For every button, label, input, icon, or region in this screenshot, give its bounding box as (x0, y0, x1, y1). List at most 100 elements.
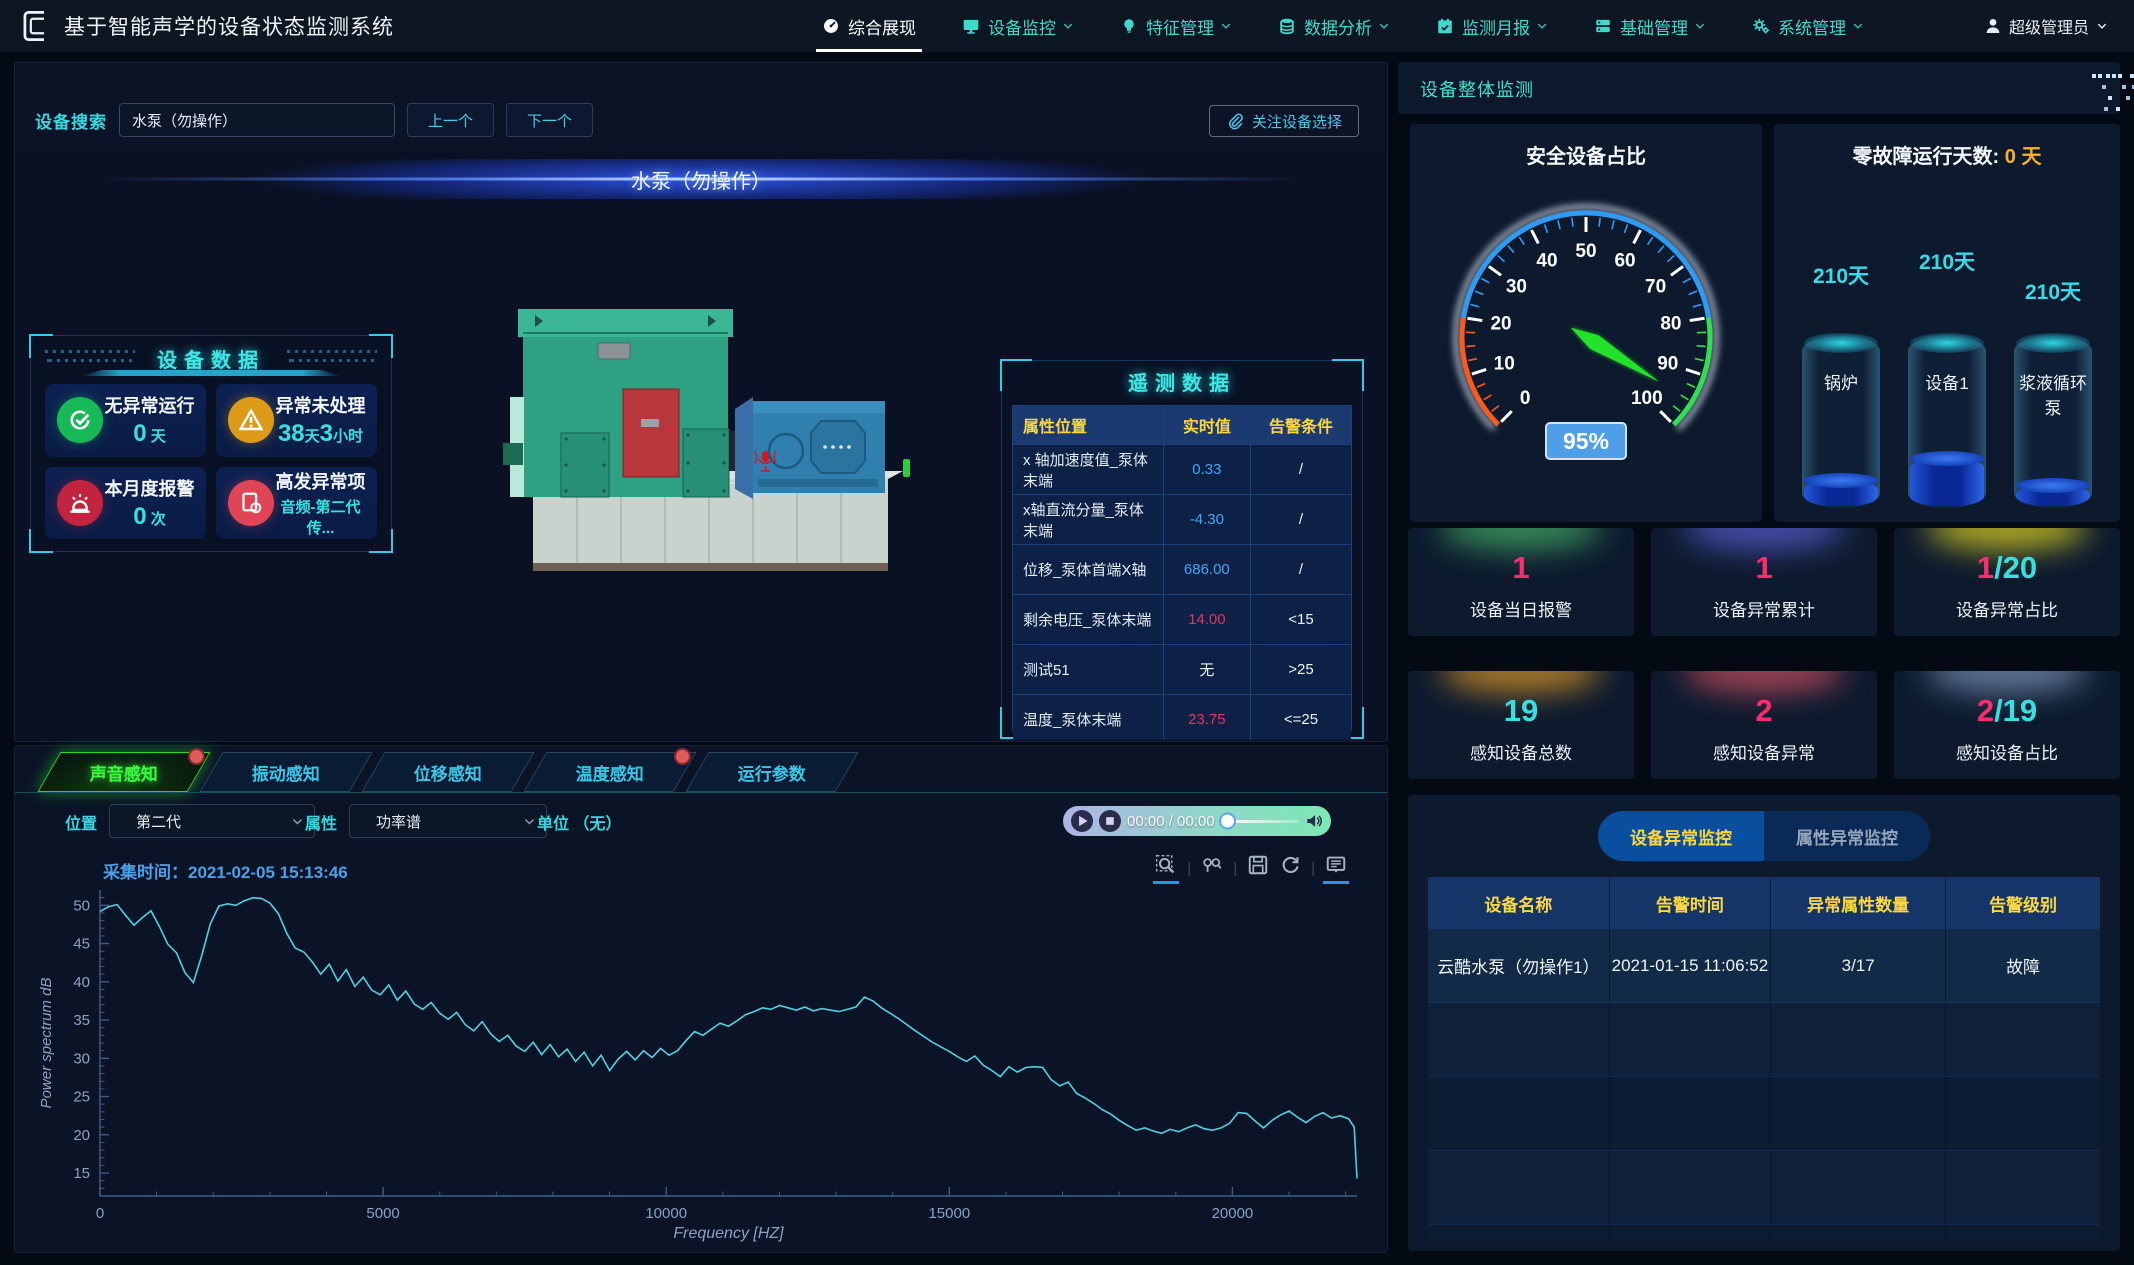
position-select[interactable]: 第二代 (109, 804, 315, 838)
svg-text:Frequency [HZ]: Frequency [HZ] (673, 1225, 784, 1242)
sensing-tab-0[interactable]: 声音感知 (37, 752, 210, 792)
server-icon (1594, 17, 1612, 35)
overview-column: 设备整体监测 安全设备占比 010203040506070809010095% … (1398, 62, 2120, 1252)
tank-days: 210天 (1813, 260, 1869, 290)
device-data-card-2: 本月度报警0 次 (45, 467, 206, 540)
chevron-down-icon (291, 815, 304, 828)
svg-text:50: 50 (1575, 241, 1596, 262)
stat-label: 设备异常累计 (1651, 596, 1877, 621)
tank-name: 锅炉 (1806, 372, 1876, 397)
seek-slider[interactable] (1221, 820, 1299, 823)
file-alert-icon (228, 480, 274, 526)
alarm-header-row: 设备名称告警时间异常属性数量告警级别 (1428, 877, 2100, 929)
chevron-down-icon (1536, 20, 1548, 32)
user-menu[interactable]: 超级管理员 (1984, 14, 2108, 38)
nav-item-1[interactable]: 设备监控 (962, 0, 1074, 52)
database-icon (1278, 17, 1296, 35)
telemetry-panel: 遥测数据 属性位置实时值告警条件x 轴加速度值_泵体末端0.33/x轴直流分量_… (1001, 360, 1363, 738)
device-data-cards: 无异常运行0 天异常未处理38天3小时本月度报警0 次高发异常项音频-第二代传.… (45, 384, 377, 539)
next-device-button[interactable]: 下一个 (506, 103, 593, 137)
svg-text:5000: 5000 (366, 1205, 399, 1222)
device-search-input[interactable] (119, 103, 395, 137)
zero-fault-title: 零故障运行天数: (1853, 146, 2000, 168)
telemetry-header-row: 属性位置实时值告警条件 (1013, 406, 1351, 445)
nav-item-5[interactable]: 基础管理 (1594, 0, 1706, 52)
3d-viewport[interactable]: 水泵（勿操作） (16, 151, 1386, 740)
stat-card-0: 1设备当日报警 (1408, 528, 1634, 636)
sensing-tab-1[interactable]: 振动感知 (199, 752, 372, 792)
card-label: 高发异常项 (274, 468, 367, 494)
chevron-down-icon (1378, 20, 1390, 32)
volume-icon[interactable] (1305, 812, 1323, 830)
card-label: 异常未处理 (274, 392, 367, 418)
nav-item-label: 设备监控 (988, 14, 1056, 39)
svg-text:60: 60 (1614, 250, 1635, 271)
prev-device-button[interactable]: 上一个 (407, 103, 494, 137)
focus-device-select-button[interactable]: 关注设备选择 (1209, 105, 1359, 137)
nav-item-2[interactable]: 特征管理 (1120, 0, 1232, 52)
nav-item-6[interactable]: 系统管理 (1752, 0, 1864, 52)
nav-item-0[interactable]: 综合展现 (822, 0, 916, 52)
sensing-tab-4[interactable]: 运行参数 (685, 752, 858, 792)
card-label: 无异常运行 (103, 392, 196, 418)
siren-icon (57, 480, 103, 526)
svg-text:20: 20 (1490, 314, 1511, 335)
nav-item-4[interactable]: 监测月报 (1436, 0, 1548, 52)
tank-days: 210天 (2025, 276, 2081, 306)
paperclip-icon (1226, 112, 1244, 130)
svg-text:30: 30 (1506, 276, 1527, 297)
save-image-icon[interactable] (1247, 854, 1269, 882)
sensing-panel: 声音感知振动感知位移感知温度感知运行参数 位置 第二代 属性 功率谱 单位 （无… (14, 745, 1388, 1253)
seek-thumb[interactable] (1219, 813, 1236, 830)
device-data-panel: 设备数据 无异常运行0 天异常未处理38天3小时本月度报警0 次高发异常项音频-… (30, 335, 392, 552)
position-label: 位置 (65, 810, 97, 834)
pump-3d-model[interactable] (503, 301, 913, 591)
sensing-tab-2[interactable]: 位移感知 (361, 752, 534, 792)
chevron-down-icon (1852, 20, 1864, 32)
zero-fault-value: 0 天 (2005, 146, 2042, 168)
svg-text:95%: 95% (1563, 428, 1609, 454)
sensing-tab-3[interactable]: 温度感知 (523, 752, 696, 792)
svg-text:90: 90 (1657, 354, 1678, 375)
svg-text:0: 0 (1520, 388, 1531, 409)
capture-time: 采集时间：2021-02-05 15:13:46 (103, 858, 348, 883)
area-zoom-icon[interactable] (1155, 854, 1177, 882)
alarm-tab-0[interactable]: 设备异常监控 (1598, 811, 1764, 861)
device-data-title: 设备数据 (157, 350, 265, 372)
power-spectrum-chart[interactable]: 152025303540455005000100001500020000Freq… (35, 886, 1375, 1246)
svg-text:100: 100 (1631, 388, 1663, 409)
play-button[interactable] (1071, 810, 1093, 832)
stat-card-4: 2感知设备异常 (1651, 671, 1877, 779)
toolbar-separator: | (1187, 860, 1191, 877)
telemetry-row-5: 温度_泵体末端23.75<=25 (1013, 695, 1351, 740)
nav-item-3[interactable]: 数据分析 (1278, 0, 1390, 52)
stat-label: 感知设备异常 (1651, 739, 1877, 764)
device-banner: 水泵（勿操作） (16, 159, 1386, 199)
svg-text:30: 30 (73, 1050, 90, 1067)
chevron-down-icon (1220, 20, 1232, 32)
equipment-3d-panel: 设备搜索 上一个 下一个 关注设备选择 水泵（勿操作） (14, 62, 1388, 742)
chart-toolbar: ||| (1155, 854, 1347, 882)
nav-item-label: 系统管理 (1778, 14, 1846, 39)
alarm-tab-1[interactable]: 属性异常监控 (1764, 811, 1930, 861)
device-data-card-1: 异常未处理38天3小时 (216, 384, 377, 457)
tank-name: 浆液循环泵 (2018, 372, 2088, 421)
attribute-select[interactable]: 功率谱 (349, 804, 547, 838)
telemetry-row-0: x 轴加速度值_泵体末端0.33/ (1013, 445, 1351, 495)
restore-icon[interactable] (1279, 854, 1301, 882)
alert-badge (188, 748, 205, 765)
toolbar-separator: | (1233, 860, 1237, 877)
chevron-down-icon (523, 815, 536, 828)
position-value: 第二代 (136, 811, 181, 832)
stop-button[interactable] (1099, 810, 1121, 832)
zoom-reset-icon[interactable] (1201, 854, 1223, 882)
chevron-down-icon (1694, 20, 1706, 32)
user-icon (1984, 17, 2002, 35)
alarm-empty-row (1428, 1003, 2100, 1077)
svg-text:70: 70 (1645, 276, 1666, 297)
safe-device-gauge-card: 安全设备占比 010203040506070809010095% (1410, 124, 1762, 522)
tank-name: 设备1 (1912, 372, 1982, 397)
dashboard-page: 基于智能声学的设备状态监测系统 综合展现设备监控特征管理数据分析监测月报基础管理… (0, 0, 2134, 1265)
svg-text:50: 50 (73, 897, 90, 914)
data-view-icon[interactable] (1325, 854, 1347, 882)
